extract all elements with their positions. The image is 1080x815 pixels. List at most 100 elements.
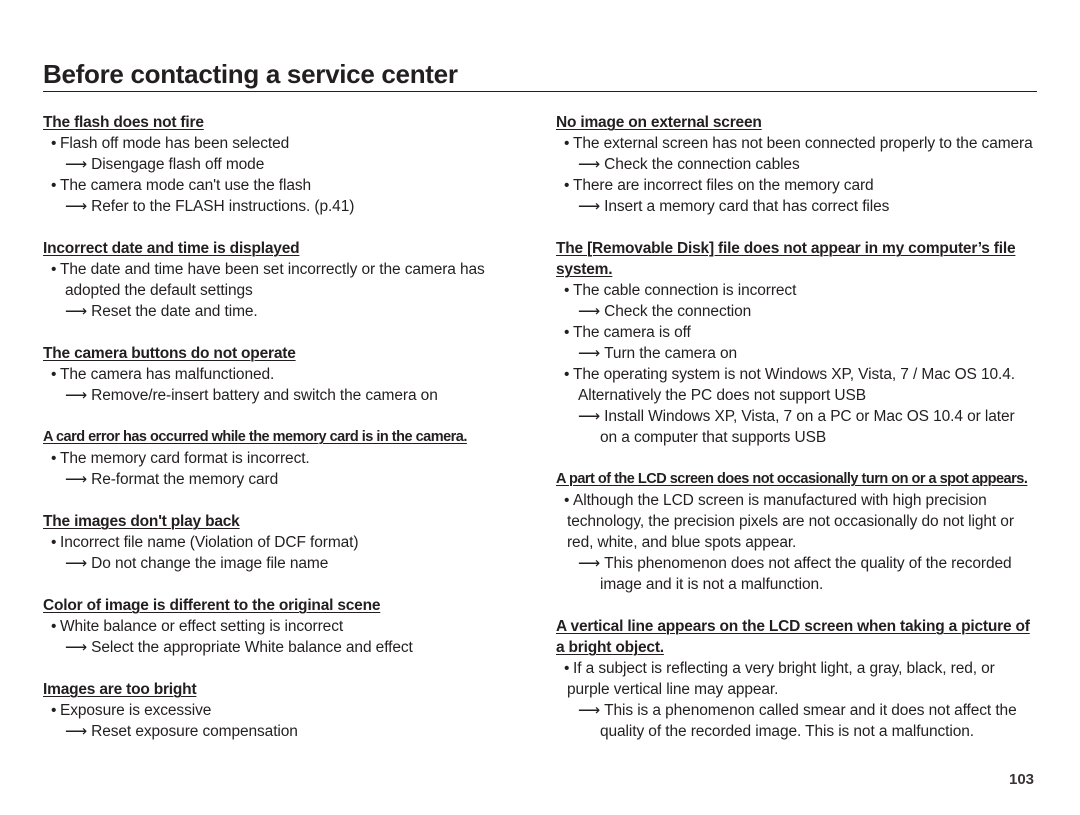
- bullet-icon: •: [51, 261, 57, 278]
- section-heading: Images are too bright: [43, 681, 197, 698]
- arrow-right-icon: ⟶: [578, 156, 601, 173]
- cause-text: The camera mode can't use the flash: [60, 177, 312, 194]
- bullet-icon: •: [564, 366, 570, 383]
- solution-item: ⟶ Reset exposure compensation: [43, 721, 533, 742]
- cause-item: • Although the LCD screen is manufactured…: [556, 490, 1040, 511]
- arrow-right-icon: ⟶: [65, 471, 88, 488]
- solution-text: Do not change the image file name: [91, 555, 329, 572]
- solution-item: ⟶ This is a phenomenon called smear and i…: [556, 700, 1040, 721]
- troubleshooting-section: The camera buttons do not operate • The ca…: [43, 343, 533, 406]
- cause-text: The memory card format is incorrect.: [60, 450, 310, 467]
- arrow-right-icon: ⟶: [65, 387, 88, 404]
- cause-text: The camera is off: [573, 324, 691, 341]
- cause-continuation: purple vertical line may appear.: [567, 681, 779, 698]
- section-heading: Color of image is different to the origi…: [43, 597, 381, 614]
- section-heading: The images don't play back: [43, 513, 240, 530]
- bullet-icon: •: [51, 702, 57, 719]
- solution-text: Select the appropriate White balance and…: [91, 639, 413, 656]
- cause-text: If a subject is reflecting a very bright…: [573, 660, 995, 677]
- cause-text: Although the LCD screen is manufactured …: [573, 492, 987, 509]
- solution-text: Disengage flash off mode: [91, 156, 265, 173]
- bullet-icon: •: [51, 618, 57, 635]
- cause-item: • The cable connection is incorrect: [556, 280, 1040, 301]
- left-column: The flash does not fire • Flash off mode h…: [43, 112, 533, 763]
- section-heading: A vertical line appears on the LCD scree…: [556, 618, 1030, 656]
- section-heading: The [Removable Disk] file does not appea…: [556, 240, 1016, 278]
- bullet-icon: •: [564, 135, 570, 152]
- solution-item: ⟶ Remove/re-insert battery and switch the…: [43, 385, 533, 406]
- page-title: Before contacting a service center: [43, 59, 458, 89]
- section-heading: A part of the LCD screen does not occasi…: [556, 471, 1028, 487]
- solution-item: ⟶ Check the connection cables: [556, 154, 1040, 175]
- solution-text: This phenomenon does not affect the qual…: [604, 555, 1012, 572]
- solution-text: Re-format the memory card: [91, 471, 279, 488]
- cause-item: • The camera is off: [556, 322, 1040, 343]
- bullet-icon: •: [564, 324, 570, 341]
- cause-continuation: adopted the default settings: [65, 282, 253, 299]
- cause-item: • Exposure is excessive: [43, 700, 533, 721]
- cause-item: • There are incorrect files on the memory…: [556, 175, 1040, 196]
- cause-text: The external screen has not been connect…: [573, 135, 1033, 152]
- solution-text: This is a phenomenon called smear and it…: [604, 702, 1017, 719]
- troubleshooting-section: The images don't play back • Incorrect fil…: [43, 511, 533, 574]
- cause-text: There are incorrect files on the memory …: [573, 177, 874, 194]
- arrow-right-icon: ⟶: [65, 198, 88, 215]
- cause-item: • The operating system is not Windows XP,…: [556, 364, 1040, 385]
- cause-text: The camera has malfunctioned.: [60, 366, 275, 383]
- solution-continuation: quality of the recorded image. This is n…: [600, 723, 974, 740]
- arrow-right-icon: ⟶: [578, 702, 601, 719]
- bullet-icon: •: [564, 282, 570, 299]
- cause-text: White balance or effect setting is incor…: [60, 618, 344, 635]
- bullet-icon: •: [51, 534, 57, 551]
- section-heading: No image on external screen: [556, 114, 762, 131]
- troubleshooting-section: Color of image is different to the origi…: [43, 595, 533, 658]
- solution-text: Install Windows XP, Vista, 7 on a PC or …: [604, 408, 1015, 425]
- bullet-icon: •: [51, 450, 57, 467]
- arrow-right-icon: ⟶: [578, 408, 601, 425]
- cause-item: • The external screen has not been connec…: [556, 133, 1040, 154]
- solution-item: ⟶ This phenomenon does not affect the qua…: [556, 553, 1040, 574]
- bullet-icon: •: [564, 177, 570, 194]
- solution-item: ⟶ Re-format the memory card: [43, 469, 533, 490]
- bullet-icon: •: [51, 366, 57, 383]
- solution-text: Check the connection cables: [604, 156, 800, 173]
- cause-text: Flash off mode has been selected: [60, 135, 290, 152]
- cause-text: Exposure is excessive: [60, 702, 212, 719]
- cause-text: The cable connection is incorrect: [573, 282, 797, 299]
- section-heading: A card error has occurred while the memo…: [43, 429, 467, 445]
- solution-item: ⟶ Select the appropriate White balance an…: [43, 637, 533, 658]
- section-heading: The flash does not fire: [43, 114, 204, 131]
- arrow-right-icon: ⟶: [65, 639, 88, 656]
- cause-text: The date and time have been set incorrec…: [60, 261, 485, 278]
- solution-item: ⟶ Turn the camera on: [556, 343, 1040, 364]
- troubleshooting-section: The [Removable Disk] file does not appea…: [556, 238, 1040, 448]
- solution-text: Reset the date and time.: [91, 303, 258, 320]
- arrow-right-icon: ⟶: [65, 303, 88, 320]
- arrow-right-icon: ⟶: [65, 156, 88, 173]
- arrow-right-icon: ⟶: [65, 723, 88, 740]
- troubleshooting-section: Incorrect date and time is displayed • The…: [43, 238, 533, 322]
- arrow-right-icon: ⟶: [578, 345, 601, 362]
- solution-continuation: image and it is not a malfunction.: [600, 576, 824, 593]
- solution-item: ⟶ Reset the date and time.: [43, 301, 533, 322]
- cause-item: • The date and time have been set incorre…: [43, 259, 533, 280]
- bullet-icon: •: [51, 135, 57, 152]
- cause-item: • If a subject is reflecting a very brigh…: [556, 658, 1040, 679]
- cause-continuation: Alternatively the PC does not support US…: [578, 387, 866, 404]
- bullet-icon: •: [564, 660, 570, 677]
- solution-text: Insert a memory card that has correct fi…: [604, 198, 890, 215]
- cause-text: Incorrect file name (Violation of DCF fo…: [60, 534, 359, 551]
- title-divider: [43, 91, 1037, 92]
- troubleshooting-section: A card error has occurred while the memo…: [43, 427, 533, 490]
- solution-continuation: on a computer that supports USB: [600, 429, 827, 446]
- solution-text: Turn the camera on: [604, 345, 738, 362]
- bullet-icon: •: [564, 492, 570, 509]
- bullet-icon: •: [51, 177, 57, 194]
- cause-continuation: red, white, and blue spots appear.: [567, 534, 797, 551]
- troubleshooting-section: The flash does not fire • Flash off mode h…: [43, 112, 533, 217]
- solution-item: ⟶ Do not change the image file name: [43, 553, 533, 574]
- solution-item: ⟶ Insert a memory card that has correct f…: [556, 196, 1040, 217]
- cause-continuation: technology, the precision pixels are not…: [567, 513, 1014, 530]
- troubleshooting-section: No image on external screen • The external…: [556, 112, 1040, 217]
- cause-item: • The camera has malfunctioned.: [43, 364, 533, 385]
